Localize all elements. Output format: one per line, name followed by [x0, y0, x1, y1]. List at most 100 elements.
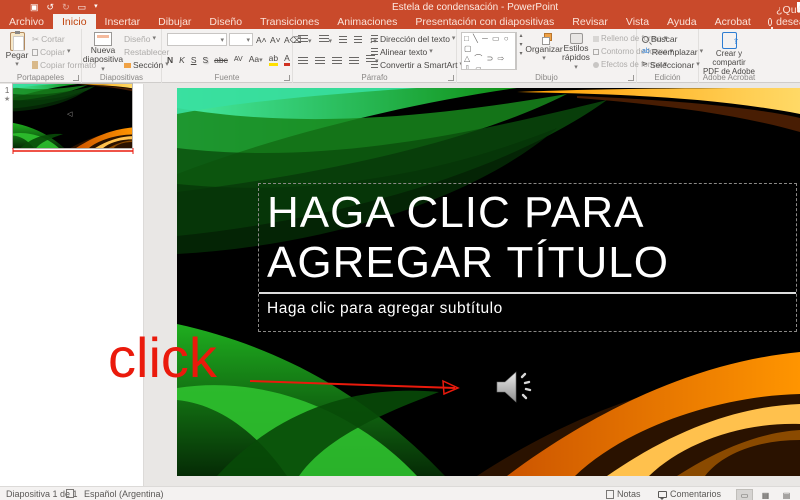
copy-button[interactable]: Copiar ▾ — [32, 47, 71, 57]
decrease-font-button[interactable]: A˅ — [270, 35, 281, 45]
font-name-select[interactable]: ▾ — [167, 33, 227, 46]
numbering-button[interactable]: ▾ — [318, 35, 332, 47]
tab-dibujar[interactable]: Dibujar — [149, 14, 200, 29]
ribbon-tab-bar: Archivo Inicio Insertar Dibujar Diseño T… — [0, 4, 800, 40]
tab-transiciones[interactable]: Transiciones — [251, 14, 328, 29]
shape-fill-icon — [593, 36, 599, 42]
comments-button[interactable]: Comentarios — [658, 489, 721, 500]
thumbnail-index: 1 ★ — [4, 86, 10, 104]
slide-subtitle-text[interactable]: Haga clic para agregar subtítulo — [267, 300, 503, 318]
shapes-more-icon[interactable]: ▾ — [517, 50, 525, 59]
tab-revisar[interactable]: Revisar — [563, 14, 617, 29]
drawing-dialog-launcher[interactable] — [628, 75, 634, 81]
slide-sorter-view-button[interactable]: ▦ — [757, 489, 774, 500]
tab-presentacion[interactable]: Presentación con diapositivas — [406, 14, 563, 29]
text-direction-icon — [371, 35, 378, 43]
tab-animaciones[interactable]: Animaciones — [328, 14, 406, 29]
change-case-button[interactable]: Aa▾ — [249, 54, 263, 66]
reading-view-button[interactable]: ▤ — [778, 489, 795, 500]
convert-smartart-button[interactable]: Convertir a SmartArt▾ — [371, 60, 463, 70]
view-switcher: ▭ ▦ ▤ — [736, 489, 795, 500]
select-button[interactable]: ⊳ Seleccionar ▾ — [642, 60, 700, 70]
adobe-pdf-icon — [721, 32, 740, 49]
editing-group-label: Edición — [654, 73, 681, 82]
underline-button[interactable]: S — [191, 55, 197, 65]
audio-speaker-icon[interactable] — [492, 366, 534, 408]
arrange-button[interactable]: Organizar ▾ — [525, 33, 563, 63]
tell-me-search[interactable]: ¿Qué desea hacer? — [760, 4, 800, 40]
create-pdf-button[interactable]: Crear y compartir PDF de Adobe — [702, 32, 756, 76]
layout-label: Diseño — [124, 34, 151, 44]
tab-ayuda[interactable]: Ayuda — [658, 14, 706, 29]
font-dialog-launcher[interactable] — [284, 75, 290, 81]
start-presentation-icon[interactable]: ▭ — [78, 2, 87, 12]
paragraph-dialog-launcher[interactable] — [448, 75, 454, 81]
italic-button[interactable]: K — [179, 55, 185, 65]
replace-button[interactable]: ab Reemplazar ▾ — [642, 47, 703, 57]
notes-icon — [606, 489, 614, 499]
cut-button[interactable]: ✂ Cortar — [32, 34, 65, 44]
text-shadow-button[interactable]: S — [202, 55, 208, 65]
language-indicator[interactable]: Español (Argentina) — [84, 489, 164, 499]
paragraph-group-label: Párrafo — [361, 73, 388, 82]
layout-button[interactable]: Diseño ▾ — [124, 34, 156, 44]
align-text-button[interactable]: Alinear texto ▾ — [371, 47, 433, 57]
tab-archivo[interactable]: Archivo — [0, 14, 53, 29]
slide-1-thumbnail[interactable]: ◁ — [12, 83, 133, 149]
scissors-icon: ✂ — [32, 34, 40, 44]
tab-acrobat[interactable]: Acrobat — [706, 14, 760, 29]
create-pdf-label-1: Crear y compartir — [712, 49, 746, 67]
paste-button[interactable]: Pegar ▾ — [4, 31, 30, 69]
decrease-indent-button[interactable] — [339, 36, 348, 46]
increase-font-button[interactable]: A˄ — [256, 35, 267, 45]
notes-button[interactable]: Notas — [606, 489, 641, 499]
align-center-button[interactable] — [315, 57, 325, 65]
accessibility-glyph — [66, 489, 74, 498]
find-button[interactable]: Buscar — [642, 34, 677, 44]
clipboard-dialog-launcher[interactable] — [73, 75, 79, 81]
highlight-color-button[interactable]: ab — [268, 53, 279, 66]
tab-inicio[interactable]: Inicio — [53, 14, 96, 29]
shapes-gallery[interactable]: □ ╲ ─ ▭ ○ ▢ △ ⌒ ⊃ ⇨ ⇩ ▱ ☆ ⌇ ( ) ✶ — [461, 32, 516, 70]
align-left-button[interactable] — [298, 57, 308, 65]
customize-qat-icon[interactable]: ▾ — [94, 2, 98, 12]
section-label: Sección — [133, 60, 164, 70]
paste-label: Pegar — [5, 50, 29, 60]
character-spacing-button[interactable]: AV — [234, 55, 243, 65]
new-slide-icon — [94, 32, 112, 46]
save-icon[interactable]: ▣ — [30, 2, 39, 12]
text-direction-button[interactable]: Dirección del texto ▾ — [371, 34, 455, 44]
quick-styles-button[interactable]: Estilos rápidos ▾ — [561, 33, 591, 72]
select-label: Seleccionar — [649, 60, 695, 70]
group-font: ▾ ▾ A˄ A˅ A⌫ N K S S abc AV Aa▾ ab A Fue… — [162, 29, 302, 83]
tab-diseno[interactable]: Diseño — [200, 14, 251, 29]
annotation-click-text: click — [108, 326, 217, 389]
shapes-scroll-down-icon[interactable]: ▾ — [517, 41, 525, 50]
paste-dropdown-icon: ▾ — [15, 61, 19, 68]
shapes-scrollbar[interactable]: ▴ ▾ ▾ — [516, 32, 525, 70]
bullets-button[interactable]: ▾ — [298, 35, 312, 47]
thumbnail-speaker-icon: ◁ — [67, 111, 73, 118]
find-icon — [642, 35, 649, 43]
undo-icon[interactable]: ↺ — [47, 2, 55, 12]
section-icon — [124, 62, 131, 68]
slide-canvas[interactable]: HAGA CLIC PARA AGREGAR TÍTULO Haga clic … — [177, 88, 800, 476]
increase-indent-button[interactable] — [354, 36, 363, 46]
new-slide-button[interactable]: Nueva diapositiva ▾ — [83, 32, 123, 74]
font-color-button[interactable]: A — [284, 53, 290, 66]
justify-button[interactable] — [349, 57, 359, 65]
accessibility-icon[interactable] — [66, 489, 74, 498]
slide-title-text[interactable]: HAGA CLIC PARA AGREGAR TÍTULO — [267, 188, 787, 288]
strikethrough-button[interactable]: abc — [214, 55, 228, 65]
bold-button[interactable]: N — [167, 55, 173, 65]
font-size-select[interactable]: ▾ — [229, 33, 253, 46]
normal-view-button[interactable]: ▭ — [736, 489, 753, 500]
align-right-button[interactable] — [332, 57, 342, 65]
redo-icon[interactable]: ↻ — [62, 2, 70, 12]
shapes-scroll-up-icon[interactable]: ▴ — [517, 32, 525, 41]
tab-insertar[interactable]: Insertar — [96, 14, 150, 29]
tab-vista[interactable]: Vista — [617, 14, 658, 29]
paragraph-row-1: ▾ ▾ ↕▾ — [298, 35, 377, 47]
title-placeholder[interactable]: HAGA CLIC PARA AGREGAR TÍTULO Haga clic … — [258, 183, 797, 332]
notes-label: Notas — [617, 489, 641, 499]
